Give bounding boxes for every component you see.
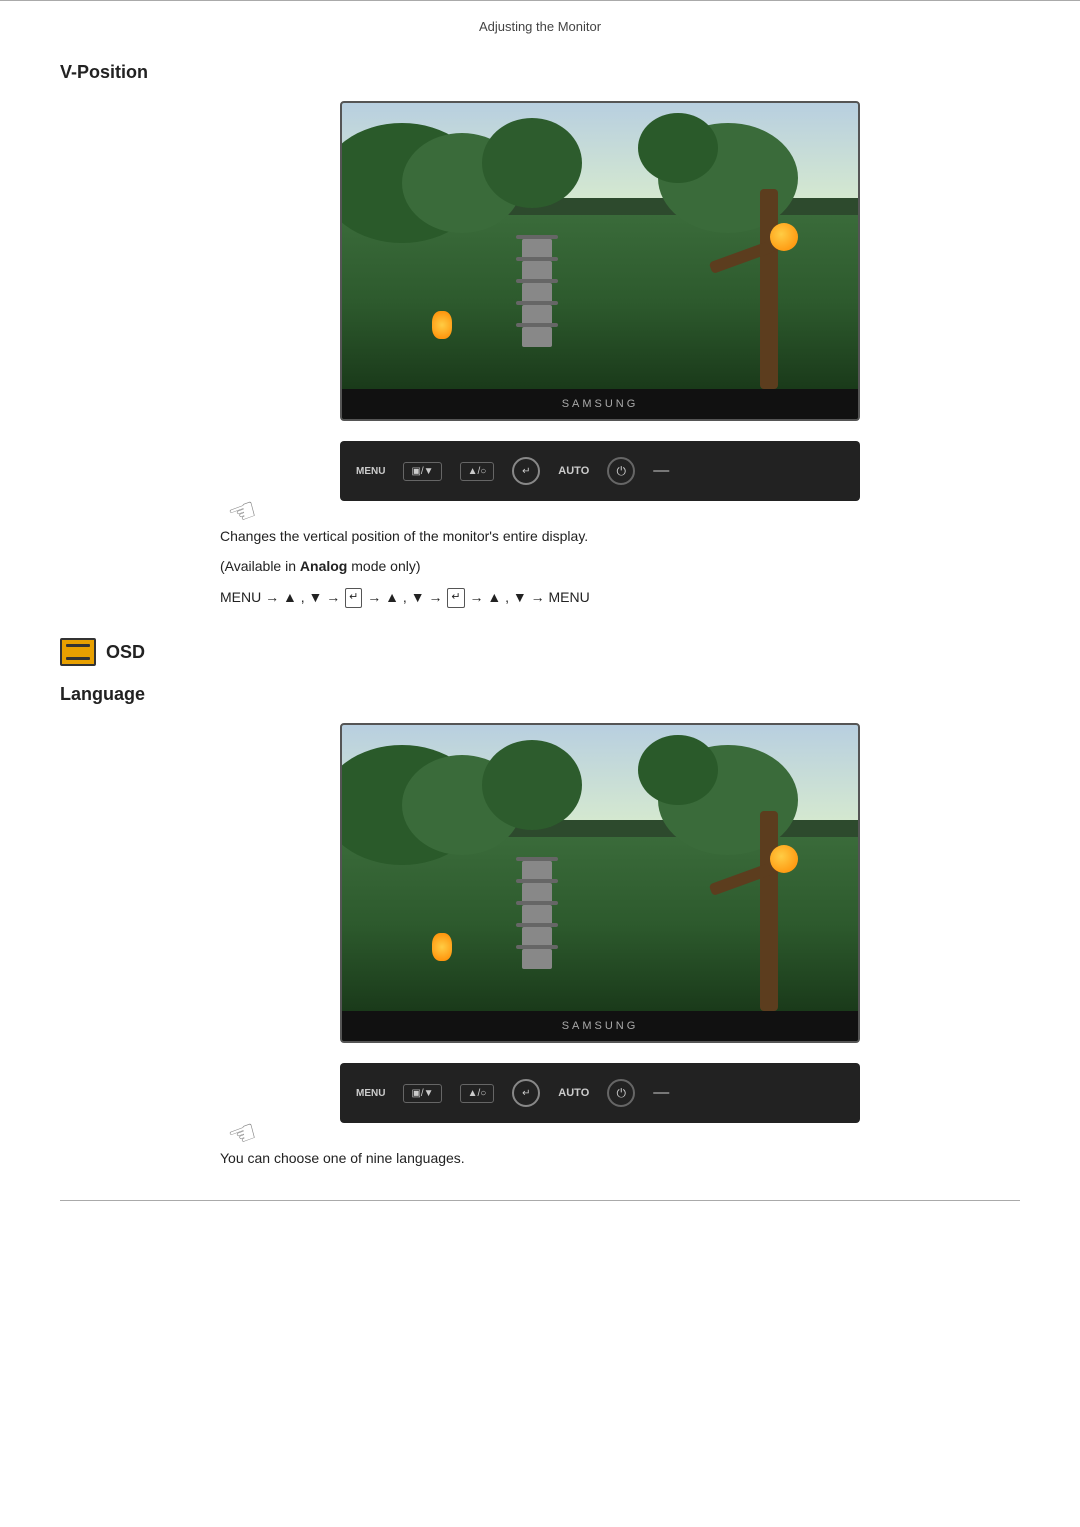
pagoda-1 [522, 239, 552, 359]
tree-trunk-2 [760, 811, 778, 1011]
enter-button-1[interactable]: ↵ [512, 457, 540, 485]
foliage-2-5 [638, 735, 718, 805]
power-button-2[interactable]: ⏻ [607, 1079, 635, 1107]
tree-trunk-1 [760, 189, 778, 389]
menu-label-2: MENU [356, 1088, 385, 1099]
foliage-3 [482, 118, 582, 208]
main-content: V-Position [0, 62, 1080, 1211]
minus-button-2[interactable]: — [653, 1084, 669, 1102]
lantern-1 [432, 311, 452, 339]
vposition-description: Changes the vertical position of the mon… [220, 525, 1020, 608]
vposition-control-bar-container: MENU ▣/▼ ▲/○ ↵ AUTO ⏻ — ☜ [180, 441, 1020, 501]
foliage-5 [638, 113, 718, 183]
language-desc-text: You can choose one of nine languages. [220, 1147, 1020, 1169]
language-monitor-image: SAMSUNG [180, 723, 1020, 1043]
orange-ornament-2 [770, 845, 798, 873]
ao-button-2[interactable]: ▲/○ [460, 1084, 495, 1103]
vposition-title: V-Position [60, 62, 1020, 83]
osd-icon [60, 638, 96, 666]
monitor-display-2: SAMSUNG [340, 723, 860, 1043]
samsung-brand-bar-2: SAMSUNG [342, 1011, 858, 1041]
power-button-1[interactable]: ⏻ [607, 457, 635, 485]
vposition-availability: (Available in Analog mode only) [220, 555, 1020, 577]
page-footer [60, 1200, 1020, 1211]
dv-button-1[interactable]: ▣/▼ [403, 462, 441, 481]
vposition-nav-instruction: MENU → ▲ , ▼ → ↵ → ▲ , ▼ → ↵ → ▲ , ▼ → M… [220, 586, 1020, 608]
language-control-bar-container: MENU ▣/▼ ▲/○ ↵ AUTO ⏻ — ☜ [180, 1063, 1020, 1123]
orange-ornament-1 [770, 223, 798, 251]
auto-label-2[interactable]: AUTO [558, 1087, 589, 1099]
minus-button-1[interactable]: — [653, 462, 669, 480]
auto-label-1[interactable]: AUTO [558, 465, 589, 477]
monitor-control-bar-2: MENU ▣/▼ ▲/○ ↵ AUTO ⏻ — [340, 1063, 860, 1123]
foliage-2-3 [482, 740, 582, 830]
vposition-monitor-image: SAMSUNG [180, 101, 1020, 421]
vposition-desc-text: Changes the vertical position of the mon… [220, 525, 1020, 547]
pagoda-2 [522, 861, 552, 981]
language-description: You can choose one of nine languages. [220, 1147, 1020, 1169]
page-title: Adjusting the Monitor [479, 19, 601, 34]
page-header: Adjusting the Monitor [0, 0, 1080, 44]
osd-label: OSD [106, 642, 145, 663]
lantern-2 [432, 933, 452, 961]
monitor-display-1: SAMSUNG [340, 101, 860, 421]
osd-section-header: OSD [60, 638, 1020, 666]
dv-button-2[interactable]: ▣/▼ [403, 1084, 441, 1103]
enter-button-2[interactable]: ↵ [512, 1079, 540, 1107]
menu-label-1: MENU [356, 466, 385, 477]
ao-button-1[interactable]: ▲/○ [460, 462, 495, 481]
language-title: Language [60, 684, 1020, 705]
samsung-brand-bar-1: SAMSUNG [342, 389, 858, 419]
monitor-control-bar-1: MENU ▣/▼ ▲/○ ↵ AUTO ⏻ — [340, 441, 860, 501]
